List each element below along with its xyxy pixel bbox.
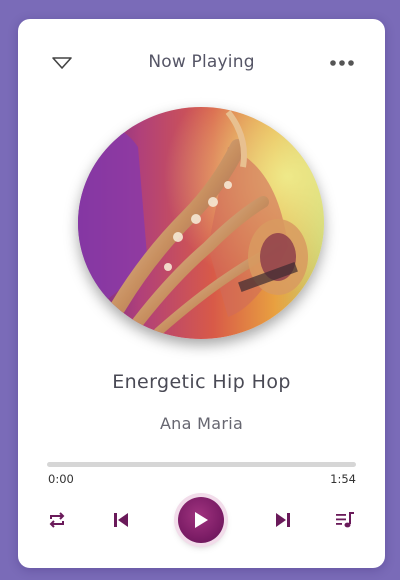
play-button[interactable] bbox=[178, 497, 224, 543]
more-options-button[interactable] bbox=[327, 51, 357, 75]
album-art bbox=[78, 107, 324, 339]
current-time: 0:00 bbox=[48, 472, 74, 486]
more-horizontal-icon bbox=[330, 60, 354, 66]
saxophone-photo bbox=[78, 107, 324, 339]
repeat-button[interactable] bbox=[46, 509, 68, 531]
skip-next-icon bbox=[276, 513, 290, 527]
top-bar: Now Playing bbox=[18, 47, 385, 79]
track-title: Energetic Hip Hop bbox=[112, 371, 291, 393]
total-time: 1:54 bbox=[330, 472, 356, 486]
skip-previous-icon bbox=[114, 513, 128, 527]
playlist-button[interactable] bbox=[334, 509, 356, 531]
next-track-button[interactable] bbox=[272, 509, 294, 531]
player-card: Now Playing Energetic Hip Hop Ana Maria … bbox=[18, 19, 385, 568]
track-artist: Ana Maria bbox=[159, 414, 244, 433]
playback-controls bbox=[18, 497, 385, 543]
progress-bar[interactable] bbox=[47, 462, 356, 467]
playlist-music-icon bbox=[336, 512, 354, 528]
play-icon bbox=[195, 512, 208, 528]
previous-track-button[interactable] bbox=[110, 509, 132, 531]
repeat-icon bbox=[49, 512, 65, 528]
